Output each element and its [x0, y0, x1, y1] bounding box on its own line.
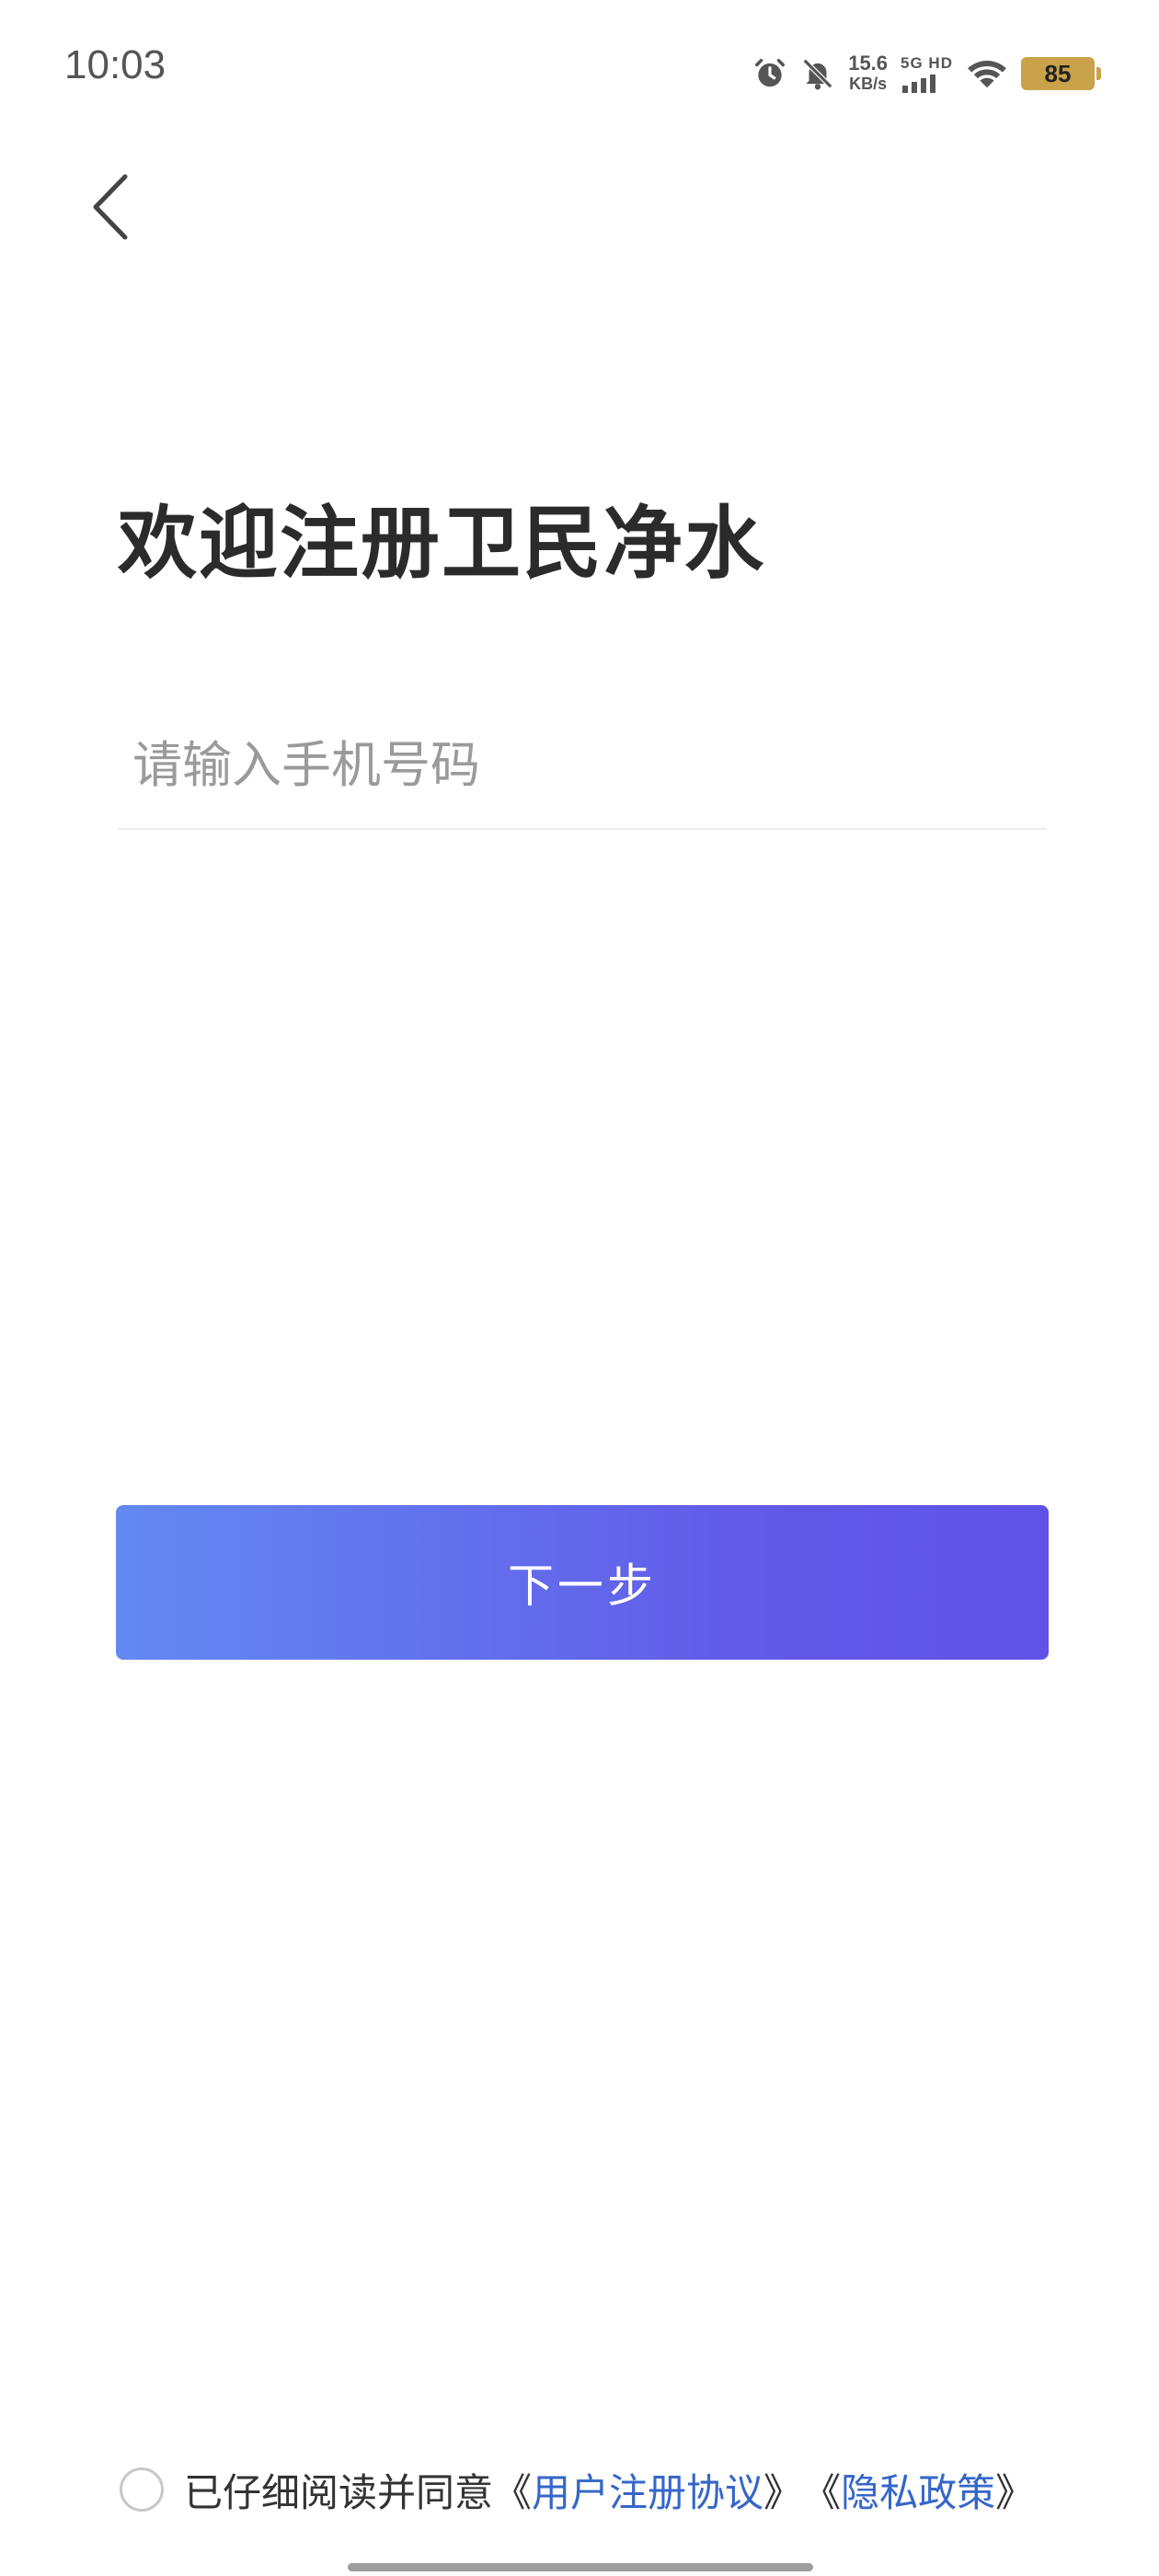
- open-bracket-2: 《: [802, 2469, 842, 2515]
- network-speed: 15.6 KB/s: [848, 53, 888, 94]
- battery-level: 85: [1044, 59, 1072, 87]
- battery-icon: 85: [1021, 57, 1101, 90]
- user-agreement-link[interactable]: 用户注册协议: [532, 2462, 763, 2518]
- close-bracket-2: 》: [995, 2469, 1035, 2515]
- status-icons: 15.6 KB/s 5G HD 85: [752, 46, 1101, 101]
- speed-value: 15.6: [848, 52, 889, 75]
- speed-unit: KB/s: [849, 75, 888, 93]
- agreement-row: 已仔细阅读并同意 《 用户注册协议 》 《 隐私政策 》: [120, 2462, 1034, 2517]
- page-title: 欢迎注册卫民净水: [118, 498, 765, 590]
- signal-icon: [901, 73, 939, 93]
- agree-checkbox[interactable]: [120, 2467, 164, 2512]
- alarm-icon: [752, 56, 787, 91]
- home-indicator[interactable]: [348, 2563, 813, 2571]
- wifi-icon: [966, 56, 1008, 91]
- status-bar: 10:03 15.6 KB/s 5G HD 85: [0, 0, 1159, 138]
- open-bracket: 《: [493, 2469, 533, 2515]
- network-indicator: 5G HD: [901, 54, 953, 93]
- phone-input[interactable]: [131, 718, 1036, 811]
- network-label: 5G HD: [901, 54, 953, 72]
- close-bracket: 》: [763, 2469, 803, 2515]
- mute-bell-icon: [800, 56, 835, 91]
- chevron-left-icon: [93, 174, 128, 240]
- status-time: 10:03: [64, 42, 166, 87]
- next-button[interactable]: 下一步: [116, 1505, 1049, 1660]
- agreement-prefix: 已仔细阅读并同意: [184, 2469, 494, 2515]
- back-button[interactable]: [83, 166, 138, 248]
- privacy-policy-link[interactable]: 隐私政策: [841, 2462, 995, 2518]
- phone-input-container: [118, 699, 1047, 830]
